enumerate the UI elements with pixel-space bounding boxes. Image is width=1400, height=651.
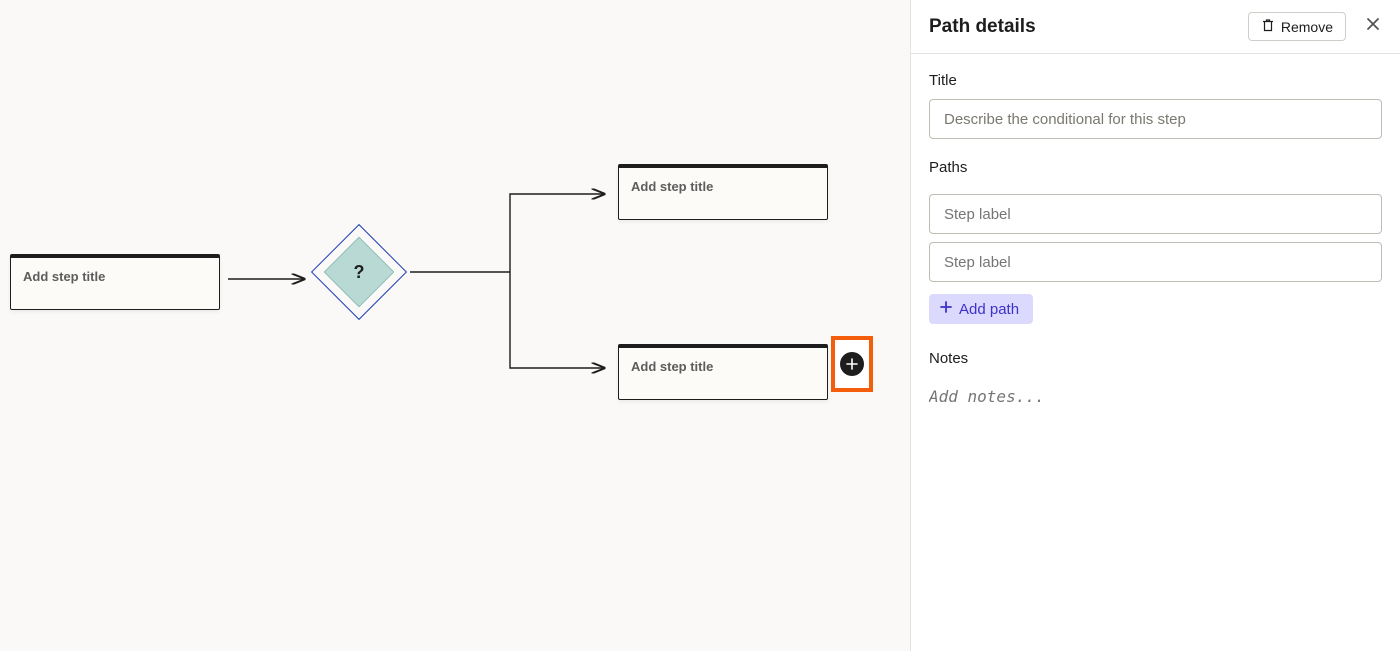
panel-header: Path details Remove (911, 0, 1400, 54)
panel-body: Title Paths Add path Notes (911, 54, 1400, 425)
add-path-label: Add path (959, 301, 1019, 318)
close-icon[interactable] (1364, 15, 1382, 38)
step-placeholder: Add step title (23, 269, 105, 284)
title-label: Title (929, 72, 1382, 89)
trash-icon (1261, 18, 1275, 35)
add-step-hotspot[interactable] (831, 336, 873, 392)
paths-list: Add path (929, 194, 1382, 324)
add-path-button[interactable]: Add path (929, 294, 1033, 324)
path-input-0[interactable] (929, 194, 1382, 234)
remove-button-label: Remove (1281, 19, 1333, 35)
path-input-1[interactable] (929, 242, 1382, 282)
step-placeholder: Add step title (631, 179, 713, 194)
notes-input[interactable] (929, 387, 1382, 425)
notes-label: Notes (929, 350, 1382, 367)
step-card-branch-a[interactable]: Add step title (618, 164, 828, 220)
decision-diamond[interactable]: ? (311, 224, 407, 320)
paths-label: Paths (929, 159, 1382, 176)
step-placeholder: Add step title (631, 359, 713, 374)
plus-icon (939, 300, 953, 318)
plus-icon (840, 352, 864, 376)
panel-title: Path details (929, 16, 1248, 38)
step-card-branch-b[interactable]: Add step title (618, 344, 828, 400)
title-input[interactable] (929, 99, 1382, 139)
question-mark-icon: ? (354, 262, 365, 283)
connector-lines (0, 0, 910, 651)
remove-button[interactable]: Remove (1248, 12, 1346, 41)
step-card-start[interactable]: Add step title (10, 254, 220, 310)
flow-canvas[interactable]: Add step title ? Add step title Add step… (0, 0, 910, 651)
details-panel: Path details Remove Title Paths (910, 0, 1400, 651)
